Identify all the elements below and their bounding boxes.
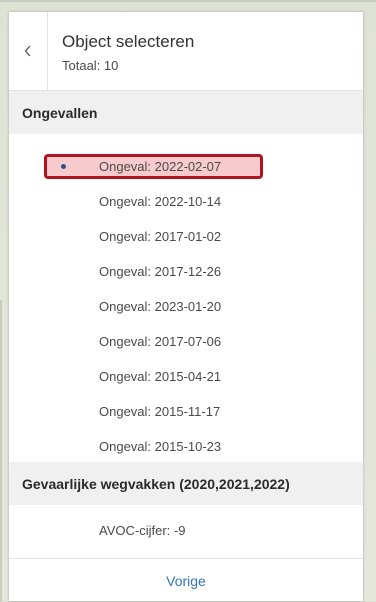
previous-button[interactable]: Vorige — [166, 573, 206, 589]
list-item[interactable]: AVOC-cijfer: -9 — [9, 513, 363, 547]
list-item[interactable]: Ongeval: 2022-10-14 — [9, 184, 363, 218]
list-item[interactable]: Ongeval: 2015-04-21 — [9, 359, 363, 393]
list-item[interactable]: Ongeval: 2023-01-20 — [9, 289, 363, 323]
list-item-label: Ongeval: 2017-01-02 — [99, 228, 222, 244]
list-item-label: Ongeval: 2015-10-23 — [99, 438, 222, 454]
select-object-panel: Object selecteren Totaal: 10 Ongevallen … — [9, 12, 363, 601]
list-item-label: Ongeval: 2022-02-07 — [99, 158, 222, 174]
list-item-label: AVOC-cijfer: -9 — [99, 522, 186, 538]
list-item-label: Ongeval: 2022-10-14 — [99, 193, 222, 209]
list-item[interactable]: Ongeval: 2017-12-26 — [9, 254, 363, 288]
list-item[interactable]: Ongeval: 2017-07-06 — [9, 324, 363, 358]
chevron-left-icon — [24, 45, 31, 57]
list-item-label: Ongeval: 2023-01-20 — [99, 298, 222, 314]
panel-title: Object selecteren — [62, 32, 195, 51]
panel-footer: Vorige — [9, 558, 363, 602]
back-button[interactable] — [9, 12, 48, 90]
panel-header: Object selecteren Totaal: 10 — [9, 12, 363, 91]
list-item[interactable]: Ongeval: 2015-10-23 — [9, 429, 363, 463]
list-item-label: Ongeval: 2015-04-21 — [99, 368, 222, 384]
list-item-label: Ongeval: 2017-07-06 — [99, 333, 222, 349]
list-item-label: Ongeval: 2015-11-17 — [99, 403, 221, 419]
list-item[interactable]: Ongeval: 2015-11-17 — [9, 394, 363, 428]
selected-dot-icon — [61, 163, 66, 169]
list-item-label: Ongeval: 2017-12-26 — [99, 263, 222, 279]
list-item[interactable]: Ongeval: 2022-02-07 — [9, 149, 363, 183]
total-count: Totaal: 10 — [62, 58, 119, 73]
group-header-gevaarlijke-wegvakken: Gevaarlijke wegvakken (2020,2021,2022) — [9, 462, 363, 505]
group-header-ongevallen: Ongevallen — [9, 91, 363, 134]
list-item[interactable]: Ongeval: 2017-01-02 — [9, 219, 363, 253]
